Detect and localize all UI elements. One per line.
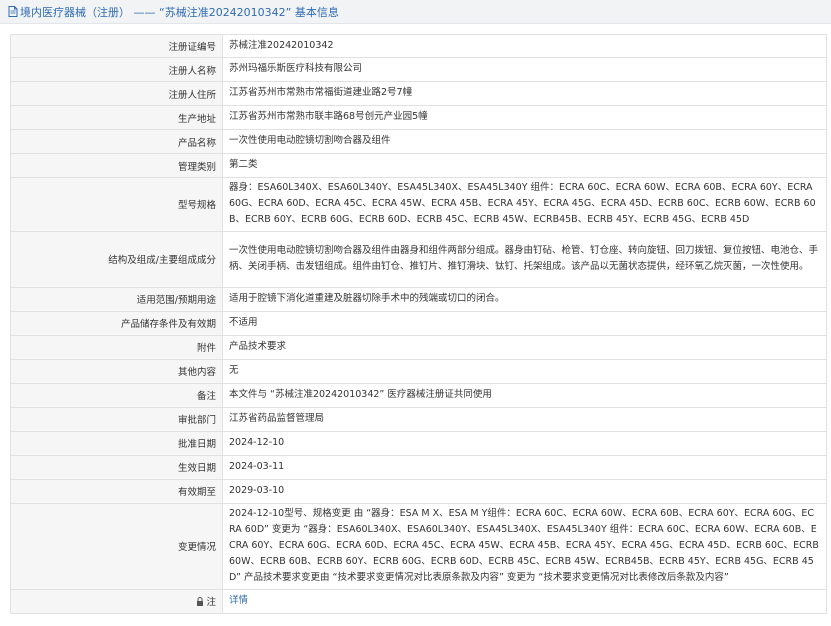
field-label: 变更情况 bbox=[10, 502, 223, 590]
field-label: 有效期至 bbox=[10, 478, 223, 504]
field-value: 器身：ESA60L340X、ESA60L340Y、ESA45L340X、ESA4… bbox=[222, 177, 827, 232]
field-value: 苏州玛福乐斯医疗科技有限公司 bbox=[222, 57, 827, 82]
table-row-detail: 注 详情 bbox=[10, 588, 827, 614]
field-label: 管理类别 bbox=[10, 153, 223, 178]
document-icon bbox=[8, 6, 18, 17]
lock-icon bbox=[196, 596, 204, 609]
field-value: 2024-03-11 bbox=[222, 454, 827, 480]
field-label: 其他内容 bbox=[10, 358, 223, 384]
table-row: 有效期至 2029-03-10 bbox=[10, 478, 827, 504]
field-value: 2029-03-10 bbox=[222, 478, 827, 504]
field-label: 适用范围/预期用途 bbox=[10, 286, 223, 312]
field-label: 生产地址 bbox=[10, 105, 223, 130]
detail-label-cell: 注 bbox=[10, 588, 223, 614]
field-value: 苏械注准20242010342 bbox=[222, 34, 827, 58]
table-row: 其他内容无 bbox=[10, 358, 827, 384]
field-label: 结构及组成/主要组成成分 bbox=[10, 230, 223, 288]
detail-label: 注 bbox=[206, 596, 216, 608]
table-row: 管理类别 第二类 bbox=[10, 153, 827, 178]
table-row: 生产地址 江苏省苏州市常熟市联丰路68号创元产业园5幢 bbox=[10, 105, 827, 130]
table-row: 附件 产品技术要求 bbox=[10, 334, 827, 360]
field-value: 无 bbox=[222, 358, 827, 384]
field-label: 注册证编号 bbox=[10, 34, 223, 58]
detail-value-cell: 详情 bbox=[222, 588, 827, 614]
field-label: 注册人住所 bbox=[10, 81, 223, 106]
table-row: 审批部门 江苏省药品监督管理局 bbox=[10, 406, 827, 432]
field-value: 江苏省药品监督管理局 bbox=[222, 406, 827, 432]
field-label: 产品储存条件及有效期 bbox=[10, 310, 223, 336]
field-value: 江苏省苏州市常熟市常福街道建业路2号7幢 bbox=[222, 81, 827, 106]
field-value: 一次性使用电动腔镜切割吻合器及组件 bbox=[222, 129, 827, 154]
table-row: 注册证编号 苏械注准20242010342 bbox=[10, 34, 827, 58]
table-row: 变更情况 2024-12-10型号、规格变更 由 “器身：ESA M X、ESA … bbox=[10, 502, 827, 590]
info-table: 注册证编号 苏械注准20242010342 注册人名称 苏州玛福乐斯医疗科技有限公司注… bbox=[10, 34, 827, 614]
field-label: 备注 bbox=[10, 382, 223, 408]
field-value: 不适用 bbox=[222, 310, 827, 336]
table-row: 生效日期 2024-03-11 bbox=[10, 454, 827, 480]
page-title: 境内医疗器械（注册） —— “苏械注准20242010342” 基本信息 bbox=[20, 5, 339, 19]
field-value: 2024-12-10型号、规格变更 由 “器身：ESA M X、ESA M Y组… bbox=[222, 502, 827, 590]
field-value: 本文件与 “苏械注准20242010342” 医疗器械注册证共同使用 bbox=[222, 382, 827, 408]
table-row: 产品储存条件及有效期 不适用 bbox=[10, 310, 827, 336]
field-value: 产品技术要求 bbox=[222, 334, 827, 360]
table-row: 型号规格 器身：ESA60L340X、ESA60L340Y、ESA45L340X、… bbox=[10, 177, 827, 232]
field-value: 适用于腔镜下消化道重建及脏器切除手术中的残端或切口的闭合。 bbox=[222, 286, 827, 312]
field-value: 2024-12-10 bbox=[222, 430, 827, 456]
field-value: 江苏省苏州市常熟市联丰路68号创元产业园5幢 bbox=[222, 105, 827, 130]
field-label: 附件 bbox=[10, 334, 223, 360]
table-row: 注册人住所 江苏省苏州市常熟市常福街道建业路2号7幢 bbox=[10, 81, 827, 106]
table-row: 结构及组成/主要组成成分 一次性使用电动腔镜切割吻合器及组件由器身和组件两部分组成… bbox=[10, 230, 827, 288]
field-label: 审批部门 bbox=[10, 406, 223, 432]
info-table-container: 注册证编号 苏械注准20242010342 注册人名称 苏州玛福乐斯医疗科技有限公司注… bbox=[10, 34, 827, 614]
field-value: 一次性使用电动腔镜切割吻合器及组件由器身和组件两部分组成。器身由钉砧、枪管、钉仓… bbox=[222, 230, 827, 288]
table-row: 批准日期 2024-12-10 bbox=[10, 430, 827, 456]
field-label: 型号规格 bbox=[10, 177, 223, 232]
field-label: 批准日期 bbox=[10, 430, 223, 456]
field-label: 产品名称 bbox=[10, 129, 223, 154]
table-row: 产品名称 一次性使用电动腔镜切割吻合器及组件 bbox=[10, 129, 827, 154]
table-row: 适用范围/预期用途 适用于腔镜下消化道重建及脏器切除手术中的残端或切口的闭合。 bbox=[10, 286, 827, 312]
field-label: 注册人名称 bbox=[10, 57, 223, 82]
page-header: 境内医疗器械（注册） —— “苏械注准20242010342” 基本信息 bbox=[0, 0, 831, 24]
table-row: 注册人名称 苏州玛福乐斯医疗科技有限公司 bbox=[10, 57, 827, 82]
field-label: 生效日期 bbox=[10, 454, 223, 480]
detail-link[interactable]: 详情 bbox=[229, 595, 248, 606]
table-row: 备注 本文件与 “苏械注准20242010342” 医疗器械注册证共同使用 bbox=[10, 382, 827, 408]
field-value: 第二类 bbox=[222, 153, 827, 178]
